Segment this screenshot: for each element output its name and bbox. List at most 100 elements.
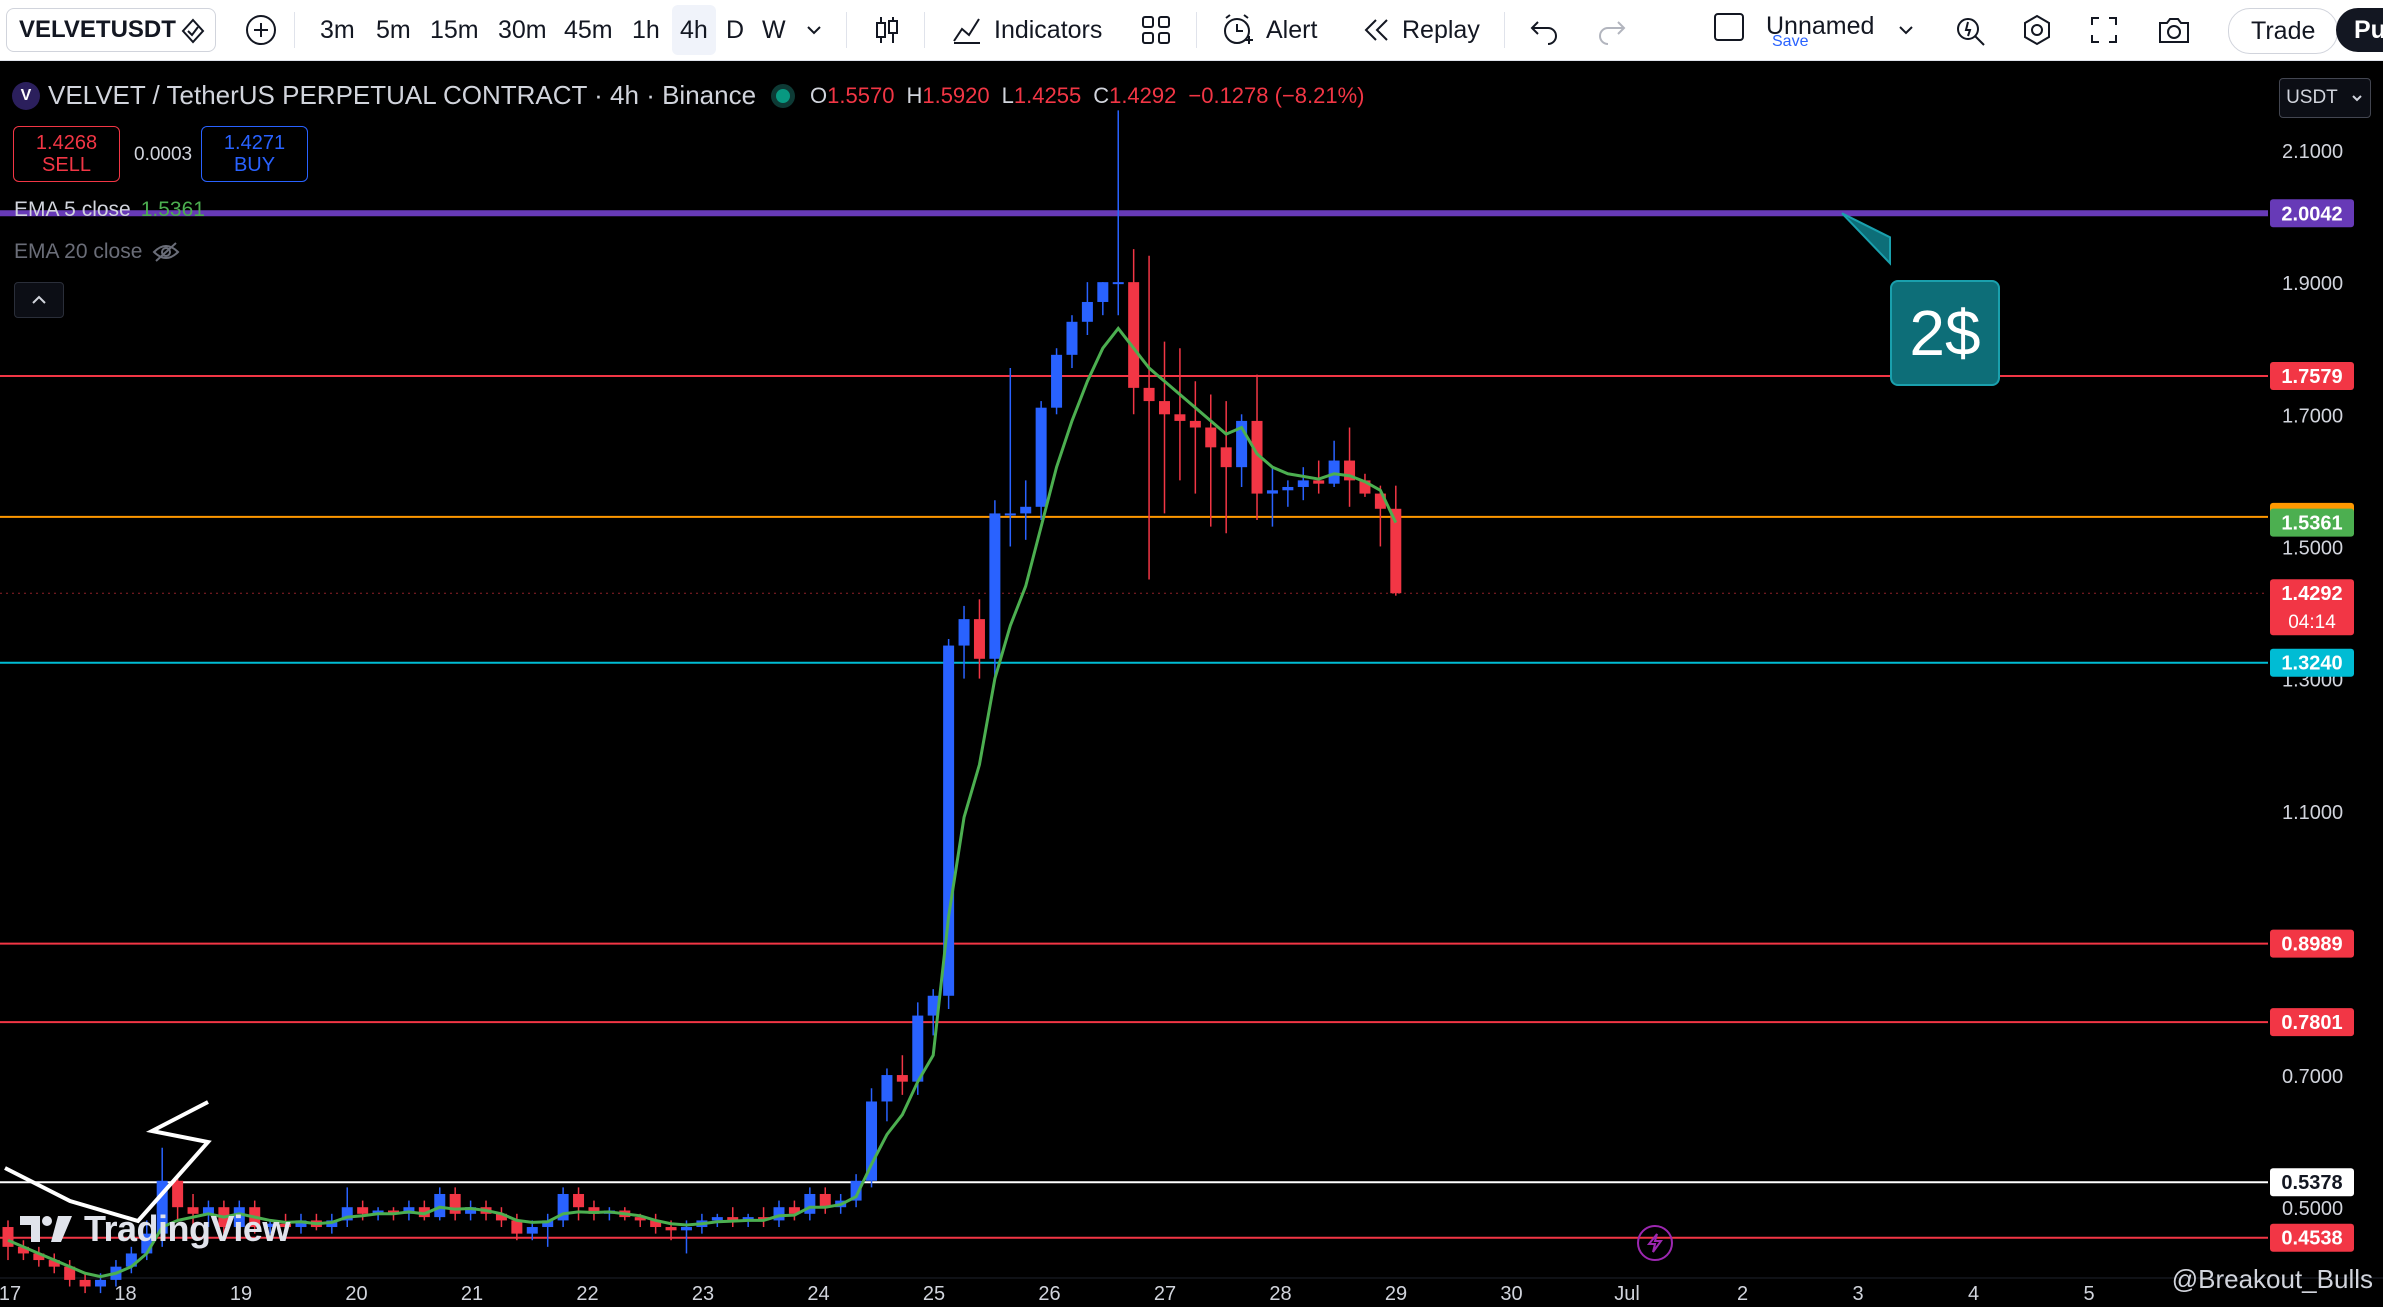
- market-open-indicator: [776, 88, 791, 103]
- candle-body: [1128, 282, 1140, 388]
- price-tick-label: 1.5000: [2282, 537, 2343, 559]
- time-tick-label: 26: [1038, 1283, 1060, 1305]
- time-tick-label: 23: [692, 1283, 714, 1305]
- candle-body: [1174, 414, 1186, 421]
- toolbar-divider: [1196, 12, 1197, 48]
- time-tick-label: 27: [1154, 1283, 1176, 1305]
- candle-body: [357, 1207, 369, 1214]
- candle-body: [1189, 420, 1201, 428]
- candle-body: [711, 1217, 723, 1221]
- replay-button[interactable]: Replay: [1360, 0, 1480, 60]
- time-tick-label: 22: [576, 1283, 598, 1305]
- layout-dropdown[interactable]: [1896, 0, 1916, 60]
- tradingview-label: TradingView: [84, 1208, 290, 1249]
- low-value: 1.4255: [1013, 82, 1082, 108]
- close-key: C: [1093, 82, 1110, 108]
- candle-body: [1035, 407, 1047, 507]
- snapshot-button[interactable]: [2156, 0, 2192, 60]
- callout-pointer: [1841, 212, 1891, 266]
- layout-save-label: Save: [1772, 32, 1809, 50]
- indicators-button[interactable]: Indicators: [950, 0, 1102, 60]
- layout-name-button[interactable]: Unnamed Save: [1712, 0, 1874, 60]
- interval-dropdown[interactable]: [804, 0, 824, 60]
- open-key: O: [810, 82, 828, 108]
- time-tick-label: 19: [230, 1283, 252, 1305]
- chevron-down-icon: [1899, 26, 1913, 35]
- eye-hidden-icon[interactable]: [152, 241, 180, 263]
- interval-4h[interactable]: 4h: [672, 5, 716, 55]
- interval-5m[interactable]: 5m: [376, 0, 411, 60]
- candle-body: [1020, 506, 1032, 514]
- diamond-check-icon: [179, 17, 207, 45]
- price-axis-badge-countdown: 04:14: [2288, 612, 2336, 633]
- quick-search-button[interactable]: [1954, 0, 1988, 60]
- ema20-legend[interactable]: EMA 20 close: [14, 240, 180, 264]
- indicators-label: Indicators: [994, 15, 1103, 44]
- open-value: 1.5570: [827, 82, 895, 108]
- rewind-icon: [1364, 19, 1388, 41]
- symbol-search-button[interactable]: VELVETUSDT: [6, 8, 216, 52]
- chevron-down-icon: [807, 26, 821, 35]
- candle-body: [95, 1279, 107, 1287]
- interval-1d[interactable]: D: [726, 0, 744, 60]
- chart-type-button[interactable]: [870, 0, 904, 60]
- ema5-legend[interactable]: EMA 5 close 1.5361: [14, 198, 205, 222]
- lightning-icon[interactable]: [1637, 1225, 1673, 1261]
- price-tick-label: 2.1000: [2282, 141, 2343, 163]
- toolbar-divider: [1504, 12, 1505, 48]
- price-axis-badge-label: 1.5361: [2281, 513, 2342, 535]
- time-tick-label: 25: [923, 1283, 945, 1305]
- fullscreen-icon: [2091, 17, 2117, 43]
- candle-body: [989, 513, 1001, 659]
- price-callout[interactable]: 2$: [1890, 280, 2000, 386]
- time-tick-label: 20: [345, 1283, 367, 1305]
- collapse-legend-button[interactable]: [14, 282, 64, 318]
- candle-body: [1004, 513, 1016, 516]
- candle-body: [912, 1015, 924, 1082]
- candle-body: [1081, 301, 1093, 322]
- undo-icon: [1530, 21, 1557, 45]
- candle-body: [1313, 480, 1325, 484]
- price-chart[interactable]: 2.10001.90001.70001.50001.30001.10000.70…: [0, 68, 2383, 1307]
- undo-button[interactable]: [1528, 0, 1560, 60]
- interval-3m[interactable]: 3m: [320, 0, 355, 60]
- hexagon-gear-icon: [2024, 14, 2050, 46]
- publish-button[interactable]: Pu: [2336, 8, 2383, 52]
- currency-selector[interactable]: USDT: [2279, 78, 2371, 118]
- tv-logo-icon: [20, 1216, 72, 1242]
- templates-button[interactable]: [1140, 0, 1172, 60]
- compare-add-button[interactable]: [244, 0, 278, 60]
- symbol-legend: V VELVET / TetherUS PERPETUAL CONTRACT ·…: [12, 80, 1365, 111]
- trade-button[interactable]: Trade: [2228, 8, 2339, 54]
- chart-area[interactable]: 2.1000 1.9000 1.7000 1.5000 1.3000 1.1000 0.70…: [0, 68, 2383, 1307]
- settings-button[interactable]: [2020, 0, 2054, 60]
- price-axis-badge-label: 0.4538: [2281, 1228, 2342, 1250]
- time-tick-label: 18: [114, 1283, 136, 1305]
- candle-body: [680, 1227, 692, 1231]
- time-tick-label: 3: [1852, 1283, 1863, 1305]
- interval-45m[interactable]: 45m: [564, 0, 613, 60]
- tradingview-logo[interactable]: TradingView: [20, 1208, 290, 1250]
- high-key: H: [906, 82, 923, 108]
- candle-body: [1112, 282, 1124, 285]
- redo-button[interactable]: [1596, 0, 1628, 60]
- sell-button[interactable]: 1.4268 SELL: [13, 126, 120, 182]
- buy-button[interactable]: 1.4271 BUY: [201, 126, 308, 182]
- toolbar-divider: [294, 12, 295, 48]
- legend-title[interactable]: VELVET / TetherUS PERPETUAL CONTRACT · 4…: [48, 80, 756, 111]
- camera-icon: [2159, 18, 2189, 43]
- candles-icon: [876, 17, 898, 43]
- ohlc-values: O1.5570 H1.5920 L1.4255 C1.4292 −0.1278 …: [810, 83, 1364, 109]
- interval-15m[interactable]: 15m: [430, 0, 479, 60]
- close-value: 1.4292: [1109, 82, 1177, 108]
- interval-1h[interactable]: 1h: [632, 0, 660, 60]
- indicators-chart-icon: [953, 18, 980, 44]
- time-tick-label: 2: [1737, 1283, 1748, 1305]
- time-tick-label: 17: [0, 1283, 21, 1305]
- price-tick-label: 1.1000: [2282, 802, 2343, 824]
- interval-1w[interactable]: W: [762, 0, 786, 60]
- interval-30m[interactable]: 30m: [498, 0, 547, 60]
- candle-body: [1328, 460, 1340, 484]
- fullscreen-button[interactable]: [2088, 0, 2120, 60]
- alert-button[interactable]: Alert: [1220, 0, 1317, 60]
